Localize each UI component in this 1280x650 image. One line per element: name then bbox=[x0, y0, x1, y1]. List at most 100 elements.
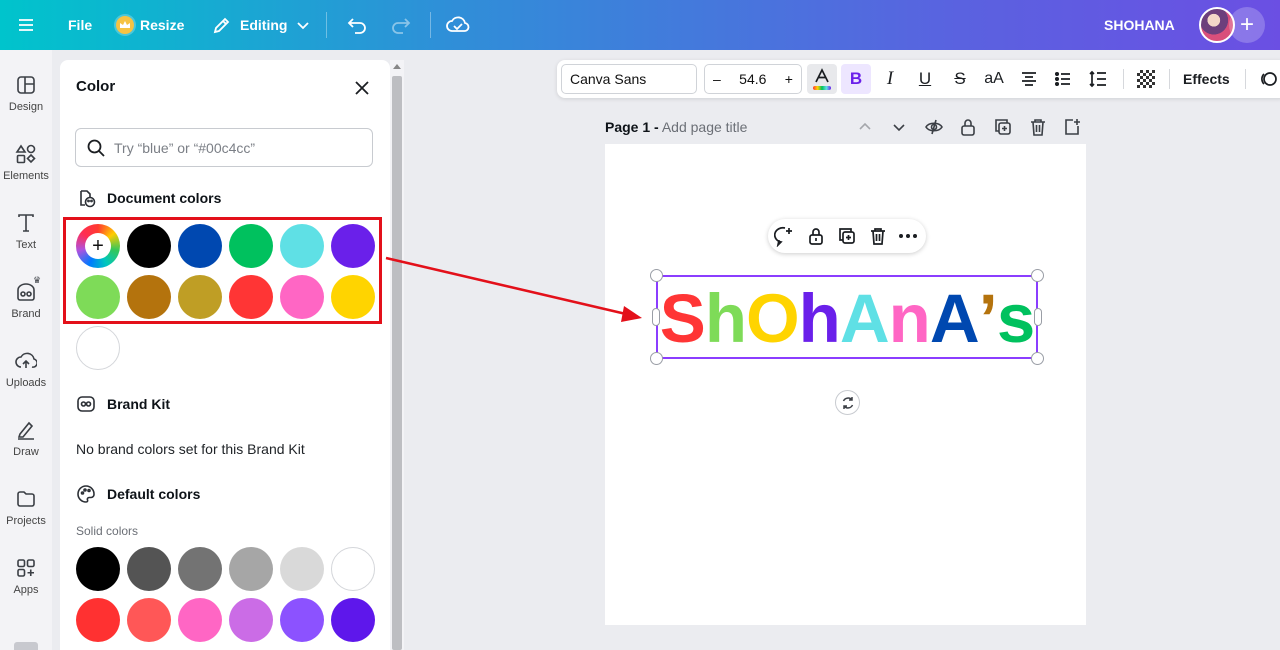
sidebar-more-item[interactable] bbox=[14, 642, 38, 650]
increase-size-button[interactable]: + bbox=[785, 71, 793, 87]
panel-title: Color bbox=[76, 78, 116, 95]
cloud-save-button[interactable] bbox=[446, 0, 470, 50]
page-down-button[interactable] bbox=[889, 117, 909, 137]
lock-element-button[interactable] bbox=[804, 224, 828, 248]
sidebar-item-design[interactable]: Design bbox=[0, 74, 52, 134]
resize-handle-top-right[interactable] bbox=[1031, 269, 1044, 282]
sidebar-item-projects[interactable]: Projects bbox=[0, 488, 52, 548]
letter-case-button[interactable]: aA bbox=[979, 64, 1009, 94]
scroll-up-arrow-icon[interactable] bbox=[393, 64, 401, 69]
underline-button[interactable]: U bbox=[910, 64, 940, 94]
sidebar-item-uploads[interactable]: Uploads bbox=[0, 350, 52, 410]
brand-kit-title: Brand Kit bbox=[107, 396, 170, 412]
close-icon bbox=[355, 81, 369, 95]
strikethrough-button[interactable]: S bbox=[945, 64, 975, 94]
animate-button[interactable] bbox=[1253, 64, 1280, 94]
resize-button[interactable]: Resize bbox=[116, 0, 184, 50]
search-input[interactable] bbox=[114, 135, 364, 161]
page-header: Page 1 - Add page title bbox=[605, 119, 747, 135]
add-page-button[interactable] bbox=[1062, 117, 1082, 137]
duplicate-element-button[interactable] bbox=[835, 224, 859, 248]
undo-button[interactable] bbox=[346, 0, 368, 50]
design-canvas[interactable] bbox=[605, 144, 1086, 625]
trash-icon bbox=[871, 228, 885, 245]
transparency-button[interactable] bbox=[1131, 64, 1161, 94]
file-menu[interactable]: File bbox=[68, 0, 92, 50]
text-color-button[interactable] bbox=[807, 64, 837, 94]
uploads-icon bbox=[15, 352, 37, 368]
spacing-button[interactable] bbox=[1083, 64, 1113, 94]
solid-color-swatch[interactable] bbox=[331, 547, 375, 591]
resize-handle-bottom-right[interactable] bbox=[1031, 352, 1044, 365]
solid-color-swatch[interactable] bbox=[229, 547, 273, 591]
font-family-value: Canva Sans bbox=[570, 71, 647, 87]
menu-button[interactable] bbox=[16, 0, 36, 50]
divider bbox=[1123, 69, 1124, 89]
panel-scrollbar-thumb[interactable] bbox=[392, 76, 402, 650]
page-title-input[interactable]: Add page title bbox=[662, 119, 748, 135]
font-size-value[interactable]: 54.6 bbox=[739, 71, 766, 87]
solid-color-swatch[interactable] bbox=[280, 598, 324, 642]
align-button[interactable] bbox=[1014, 64, 1044, 94]
solid-color-swatch[interactable] bbox=[76, 547, 120, 591]
italic-button[interactable]: I bbox=[875, 64, 905, 94]
resize-handle-right[interactable] bbox=[1034, 308, 1042, 326]
design-icon bbox=[17, 76, 35, 94]
lock-page-button[interactable] bbox=[958, 117, 978, 137]
document-colors-title: Document colors bbox=[107, 190, 222, 206]
sidebar-item-brand[interactable]: Brand bbox=[0, 281, 52, 341]
duplicate-icon bbox=[839, 228, 855, 244]
bold-button[interactable]: B bbox=[841, 64, 871, 94]
resize-handle-left[interactable] bbox=[652, 308, 660, 326]
user-name-label: SHOHANA bbox=[1104, 17, 1175, 33]
chevron-down-icon bbox=[297, 22, 310, 30]
resize-handle-top-left[interactable] bbox=[650, 269, 663, 282]
solid-color-swatch[interactable] bbox=[178, 598, 222, 642]
plus-icon: + bbox=[1239, 11, 1254, 38]
sidebar-item-apps[interactable]: Apps bbox=[0, 557, 52, 617]
bold-icon: B bbox=[849, 69, 863, 88]
delete-page-button[interactable] bbox=[1028, 117, 1048, 137]
crown-icon bbox=[116, 16, 134, 34]
sidebar-item-elements[interactable]: Elements bbox=[0, 143, 52, 203]
underline-icon: U bbox=[918, 69, 932, 88]
hide-page-button[interactable] bbox=[924, 117, 944, 137]
rotate-handle[interactable] bbox=[835, 390, 860, 415]
solid-color-swatch[interactable] bbox=[280, 547, 324, 591]
projects-icon bbox=[17, 491, 35, 507]
solid-color-swatch[interactable] bbox=[76, 598, 120, 642]
effects-button[interactable]: Effects bbox=[1183, 64, 1230, 94]
editing-dropdown[interactable]: Editing bbox=[212, 0, 311, 50]
solid-color-swatch[interactable] bbox=[178, 547, 222, 591]
delete-element-button[interactable] bbox=[866, 224, 890, 248]
solid-color-swatch[interactable] bbox=[331, 598, 375, 642]
default-colors-title: Default colors bbox=[107, 486, 201, 502]
hamburger-icon bbox=[19, 19, 33, 31]
solid-color-swatch[interactable] bbox=[127, 547, 171, 591]
redo-icon bbox=[392, 18, 411, 34]
sidebar-item-text[interactable]: Text bbox=[0, 212, 52, 272]
undo-icon bbox=[347, 18, 366, 34]
color-search bbox=[75, 128, 373, 167]
more-options-button[interactable] bbox=[896, 224, 920, 248]
solid-color-swatch[interactable] bbox=[229, 598, 273, 642]
resize-handle-bottom-left[interactable] bbox=[650, 352, 663, 365]
sidebar-item-draw[interactable]: Draw bbox=[0, 419, 52, 479]
chevron-down-icon bbox=[893, 124, 905, 132]
sidebar-item-label: Uploads bbox=[5, 377, 47, 389]
comment-button[interactable] bbox=[773, 224, 797, 248]
font-family-select[interactable]: Canva Sans bbox=[561, 64, 697, 94]
brand-kit-empty-text: No brand colors set for this Brand Kit bbox=[76, 441, 305, 457]
solid-color-swatch[interactable] bbox=[127, 598, 171, 642]
duplicate-page-button[interactable] bbox=[993, 117, 1013, 137]
align-center-icon bbox=[1022, 72, 1036, 86]
decrease-size-button[interactable]: – bbox=[713, 71, 721, 87]
document-color-swatch[interactable] bbox=[76, 326, 120, 370]
list-button[interactable] bbox=[1048, 64, 1078, 94]
comment-add-icon bbox=[774, 226, 792, 247]
sidebar-item-label: Text bbox=[15, 239, 37, 251]
page-up-button[interactable] bbox=[855, 117, 875, 137]
add-collaborator-button[interactable]: + bbox=[1229, 7, 1265, 43]
redo-button[interactable] bbox=[390, 0, 412, 50]
close-button[interactable] bbox=[350, 76, 374, 100]
